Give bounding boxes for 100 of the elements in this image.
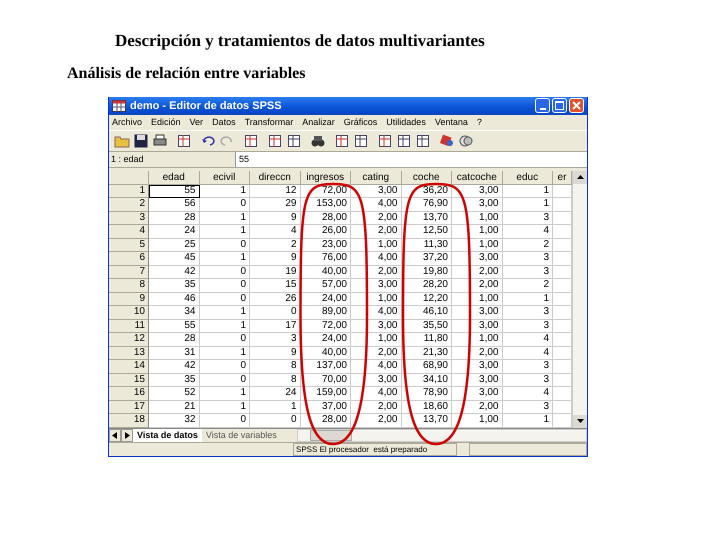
menu-item[interactable]: Transformar <box>244 117 294 128</box>
table-cell: 1 <box>200 306 250 320</box>
menu-item[interactable]: Analizar <box>302 117 335 128</box>
table-cell: 4,00 <box>351 306 402 320</box>
table-cell: 3,00 <box>452 252 502 266</box>
row-header[interactable]: 3 <box>109 212 149 226</box>
maximize-button[interactable] <box>552 98 567 114</box>
table-cell: 1 <box>200 252 250 266</box>
table-cell: 2,00 <box>351 414 402 428</box>
table-cell: 0 <box>200 360 250 374</box>
column-header[interactable]: ingresos <box>300 170 351 185</box>
row-header[interactable]: 5 <box>109 238 149 252</box>
row-header[interactable]: 13 <box>109 346 149 360</box>
table-cell: 72,00 <box>300 184 351 198</box>
table-cell: 1 <box>502 184 553 198</box>
menu-item[interactable]: Ver <box>190 117 204 128</box>
column-header[interactable]: edad <box>149 170 200 185</box>
table-cell: 0 <box>250 306 300 320</box>
table-cell: 1 <box>200 400 250 414</box>
table-cell: 1 <box>200 225 250 239</box>
status-text: SPSS El procesador está preparado <box>293 443 457 456</box>
row-header[interactable]: 15 <box>109 374 149 388</box>
menu-item[interactable]: Edición <box>151 117 181 128</box>
row-header[interactable]: 18 <box>109 414 149 428</box>
table-cell: 56 <box>149 198 200 212</box>
row-header[interactable]: 8 <box>109 279 149 293</box>
table-cell: 34,10 <box>402 374 452 388</box>
menu-item[interactable]: Ventana <box>434 117 468 128</box>
table-cell: 70,00 <box>300 374 351 388</box>
table-cell: 9 <box>250 346 300 360</box>
table-cell: 3 <box>502 306 553 320</box>
row-header[interactable]: 10 <box>109 306 149 320</box>
menu-item[interactable]: ? <box>476 117 482 128</box>
menu-item[interactable]: Utilidades <box>386 117 426 128</box>
row-header[interactable]: 7 <box>109 266 149 280</box>
table-cell: 55 <box>149 184 200 198</box>
down-arrow-icon[interactable] <box>576 419 584 424</box>
table-cell: 3,00 <box>452 387 502 401</box>
table-cell: 1,00 <box>452 212 502 226</box>
table-cell: 11,80 <box>402 333 452 347</box>
table-cell: 45 <box>149 252 200 266</box>
row-header[interactable]: 17 <box>109 400 149 414</box>
menu-item[interactable]: Gráficos <box>344 117 378 128</box>
table-cell: 2,00 <box>351 346 402 360</box>
column-header[interactable]: catcoche <box>452 170 502 185</box>
table-cell: 3,00 <box>351 279 402 293</box>
table-cell: 11,30 <box>402 238 452 252</box>
table-cell: 2,00 <box>351 212 402 226</box>
table-cell: 1 <box>200 387 250 401</box>
horizontal-scrollbar[interactable] <box>296 428 587 442</box>
row-header[interactable]: 2 <box>109 198 149 212</box>
table-cell: 9 <box>250 212 300 226</box>
menu-item[interactable]: Datos <box>212 117 236 128</box>
sheet-tab[interactable]: Vista de datos <box>133 428 202 442</box>
table-cell: 1,00 <box>351 333 402 347</box>
sheet-tab[interactable]: Vista de variables <box>202 428 281 442</box>
table-cell: 0 <box>200 266 250 280</box>
table-cell: 89,00 <box>300 306 351 320</box>
vertical-scrollbar[interactable] <box>572 170 587 428</box>
row-header[interactable]: 12 <box>109 333 149 347</box>
table-cell: 0 <box>200 292 250 306</box>
table-cell: 2,00 <box>452 266 502 280</box>
table-cell: 1 <box>200 346 250 360</box>
row-header[interactable]: 6 <box>109 252 149 266</box>
table-cell: 0 <box>250 414 300 428</box>
table-cell: 3 <box>250 333 300 347</box>
cell-value-field[interactable]: 55 <box>236 152 587 167</box>
column-header[interactable]: coche <box>402 170 452 185</box>
table-cell: 4 <box>502 225 553 239</box>
row-header[interactable]: 1 <box>109 184 149 198</box>
row-header[interactable]: 16 <box>109 387 149 401</box>
up-arrow-icon[interactable] <box>576 175 584 180</box>
minimize-icon <box>540 108 546 110</box>
column-header[interactable]: ecivil <box>200 170 250 185</box>
row-header[interactable]: 4 <box>109 225 149 239</box>
menu-item[interactable]: Archivo <box>112 117 142 128</box>
table-cell: 31 <box>149 346 200 360</box>
table-cell: 40,00 <box>300 266 351 280</box>
row-header[interactable]: 11 <box>109 320 149 334</box>
table-cell: 40,00 <box>300 346 351 360</box>
table-cell: 12,20 <box>402 292 452 306</box>
close-button[interactable] <box>569 98 584 114</box>
column-header[interactable]: educ <box>502 170 553 185</box>
row-header[interactable]: 14 <box>109 360 149 374</box>
row-header[interactable]: 9 <box>109 292 149 306</box>
minimize-button[interactable] <box>535 98 550 114</box>
column-header[interactable]: er <box>553 170 572 185</box>
table-cell: 76,90 <box>402 198 452 212</box>
slide-title: Descripción y tratamientos de datos multivariantes <box>115 31 486 51</box>
table-cell: 3,00 <box>452 320 502 334</box>
column-header[interactable]: direccn <box>250 170 300 185</box>
table-cell: 3,00 <box>351 374 402 388</box>
table-cell: 0 <box>200 279 250 293</box>
table-cell: 37,00 <box>300 400 351 414</box>
table-cell: 1 <box>502 292 553 306</box>
table-cell: 76,00 <box>300 252 351 266</box>
floppy-disk-icon[interactable] <box>132 132 150 150</box>
column-header[interactable]: cating <box>351 170 402 185</box>
table-cell: 1,00 <box>452 225 502 239</box>
table-cell: 12,50 <box>402 225 452 239</box>
